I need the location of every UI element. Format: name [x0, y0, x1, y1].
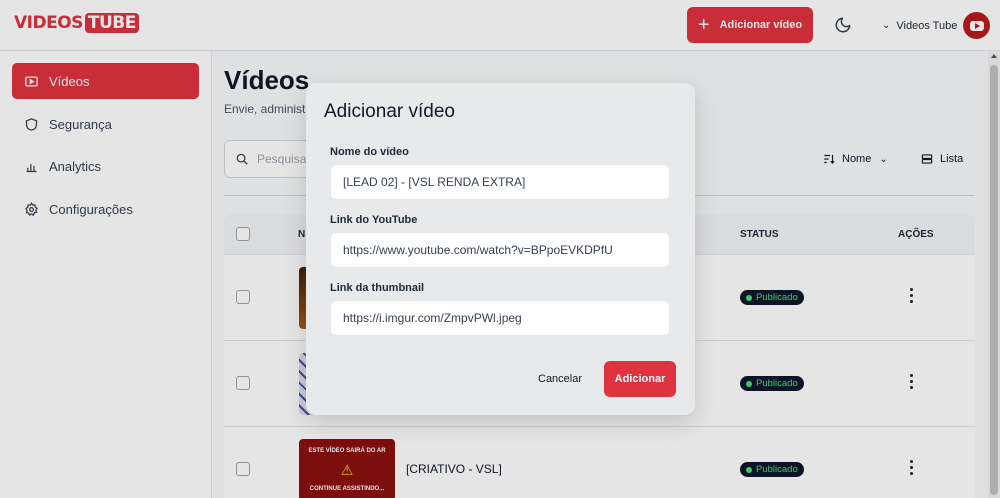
video-name-field[interactable]: [LEAD 02] - [VSL RENDA EXTRA]	[330, 164, 670, 200]
add-video-modal: Adicionar vídeo Nome do vídeo [LEAD 02] …	[306, 83, 695, 415]
thumbnail-link-field[interactable]: https://i.imgur.com/ZmpvPWl.jpeg	[330, 300, 670, 336]
youtube-link-label: Link do YouTube	[330, 214, 418, 226]
cancel-button[interactable]: Cancelar	[538, 373, 582, 385]
youtube-link-field[interactable]: https://www.youtube.com/watch?v=BPpoEVKD…	[330, 232, 670, 268]
video-name-label: Nome do vídeo	[330, 146, 409, 158]
submit-add-button[interactable]: Adicionar	[604, 361, 676, 397]
modal-title: Adicionar vídeo	[324, 101, 455, 122]
thumbnail-link-label: Link da thumbnail	[330, 282, 425, 294]
